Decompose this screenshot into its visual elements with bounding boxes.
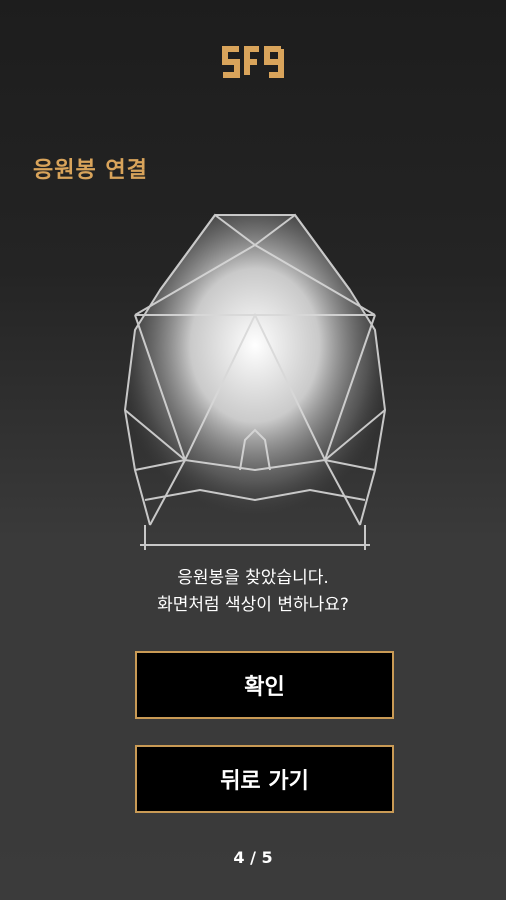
message-line-2: 화면처럼 색상이 변하나요? xyxy=(157,595,349,615)
message-line-1: 응원봉을 찾았습니다. xyxy=(177,568,329,588)
confirm-button[interactable]: 확인 xyxy=(135,651,394,719)
sf9-logo xyxy=(222,46,284,78)
page-title: 응원봉 연결 xyxy=(33,158,148,183)
page-indicator: 4 / 5 xyxy=(233,848,273,867)
lightstick-illustration xyxy=(123,213,387,550)
back-button[interactable]: 뒤로 가기 xyxy=(135,745,394,813)
status-message: 응원봉을 찾았습니다. 화면처럼 색상이 변하나요? xyxy=(0,565,506,619)
